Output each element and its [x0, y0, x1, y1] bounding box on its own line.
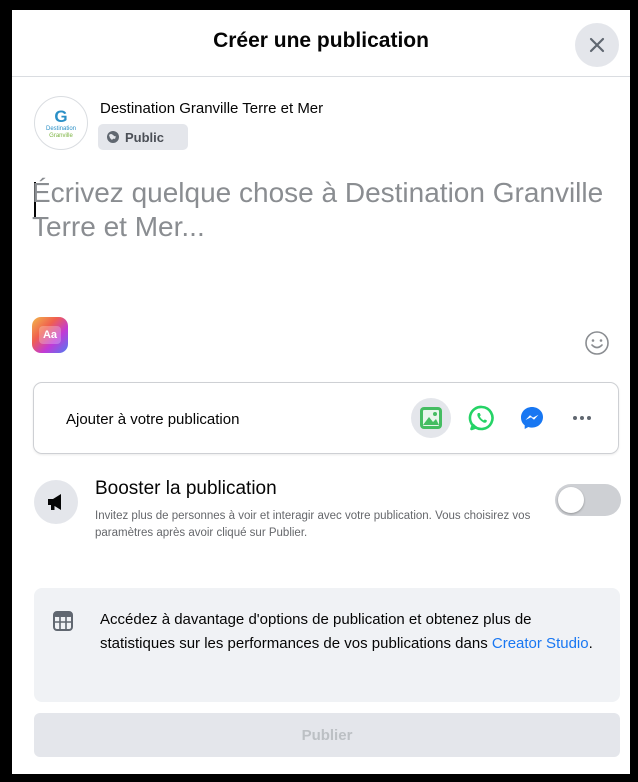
- toggle-knob: [558, 487, 584, 513]
- whatsapp-icon: [468, 405, 494, 431]
- avatar-brand-line2: Granville: [49, 132, 73, 139]
- creator-studio-link[interactable]: Creator Studio: [492, 635, 589, 652]
- close-button[interactable]: [575, 23, 619, 67]
- add-messenger-button[interactable]: [512, 398, 552, 438]
- info-text-body: Accédez à davantage d'options de publica…: [100, 611, 532, 652]
- post-text-input[interactable]: [32, 176, 612, 316]
- messenger-icon: [521, 407, 543, 429]
- globe-icon: [107, 131, 119, 143]
- add-to-post-panel: Ajouter à votre publication: [33, 382, 619, 454]
- publish-button[interactable]: Publier: [34, 713, 620, 757]
- info-text-suffix: .: [588, 635, 593, 652]
- add-to-post-label: Ajouter à votre publication: [66, 411, 240, 428]
- background-style-button[interactable]: Aa: [32, 317, 68, 353]
- close-icon: [589, 37, 605, 53]
- avatar-logo-icon: G: [54, 106, 68, 126]
- page-name: Destination Granville Terre et Mer: [100, 100, 324, 117]
- dialog-title: Créer une publication: [213, 29, 429, 52]
- privacy-selector[interactable]: Public: [98, 124, 188, 150]
- boost-description: Invitez plus de personnes à voir et inte…: [95, 510, 531, 539]
- photo-icon: [420, 407, 442, 429]
- boost-title: Booster la publication: [95, 478, 277, 499]
- more-icon: [573, 416, 591, 420]
- more-options-button[interactable]: [562, 398, 602, 438]
- info-text: Accédez à davantage d'options de publica…: [100, 608, 610, 656]
- dialog-header: Créer une publication: [12, 10, 630, 77]
- text-style-icon: Aa: [39, 326, 61, 344]
- add-whatsapp-button[interactable]: [462, 398, 502, 438]
- add-photo-button[interactable]: [411, 398, 451, 438]
- privacy-label: Public: [125, 129, 165, 145]
- megaphone-icon: [48, 494, 61, 510]
- emoji-icon[interactable]: [582, 328, 612, 358]
- creator-studio-info: Accédez à davantage d'options de publica…: [34, 588, 620, 702]
- table-icon: [53, 611, 73, 631]
- page-avatar: G Destination Granville: [34, 96, 88, 150]
- boost-icon-wrapper: [34, 480, 78, 524]
- create-post-dialog: Créer une publication G Destination Gran…: [12, 10, 630, 774]
- boost-toggle[interactable]: [555, 484, 621, 516]
- avatar-brand-line1: Destination: [45, 125, 77, 132]
